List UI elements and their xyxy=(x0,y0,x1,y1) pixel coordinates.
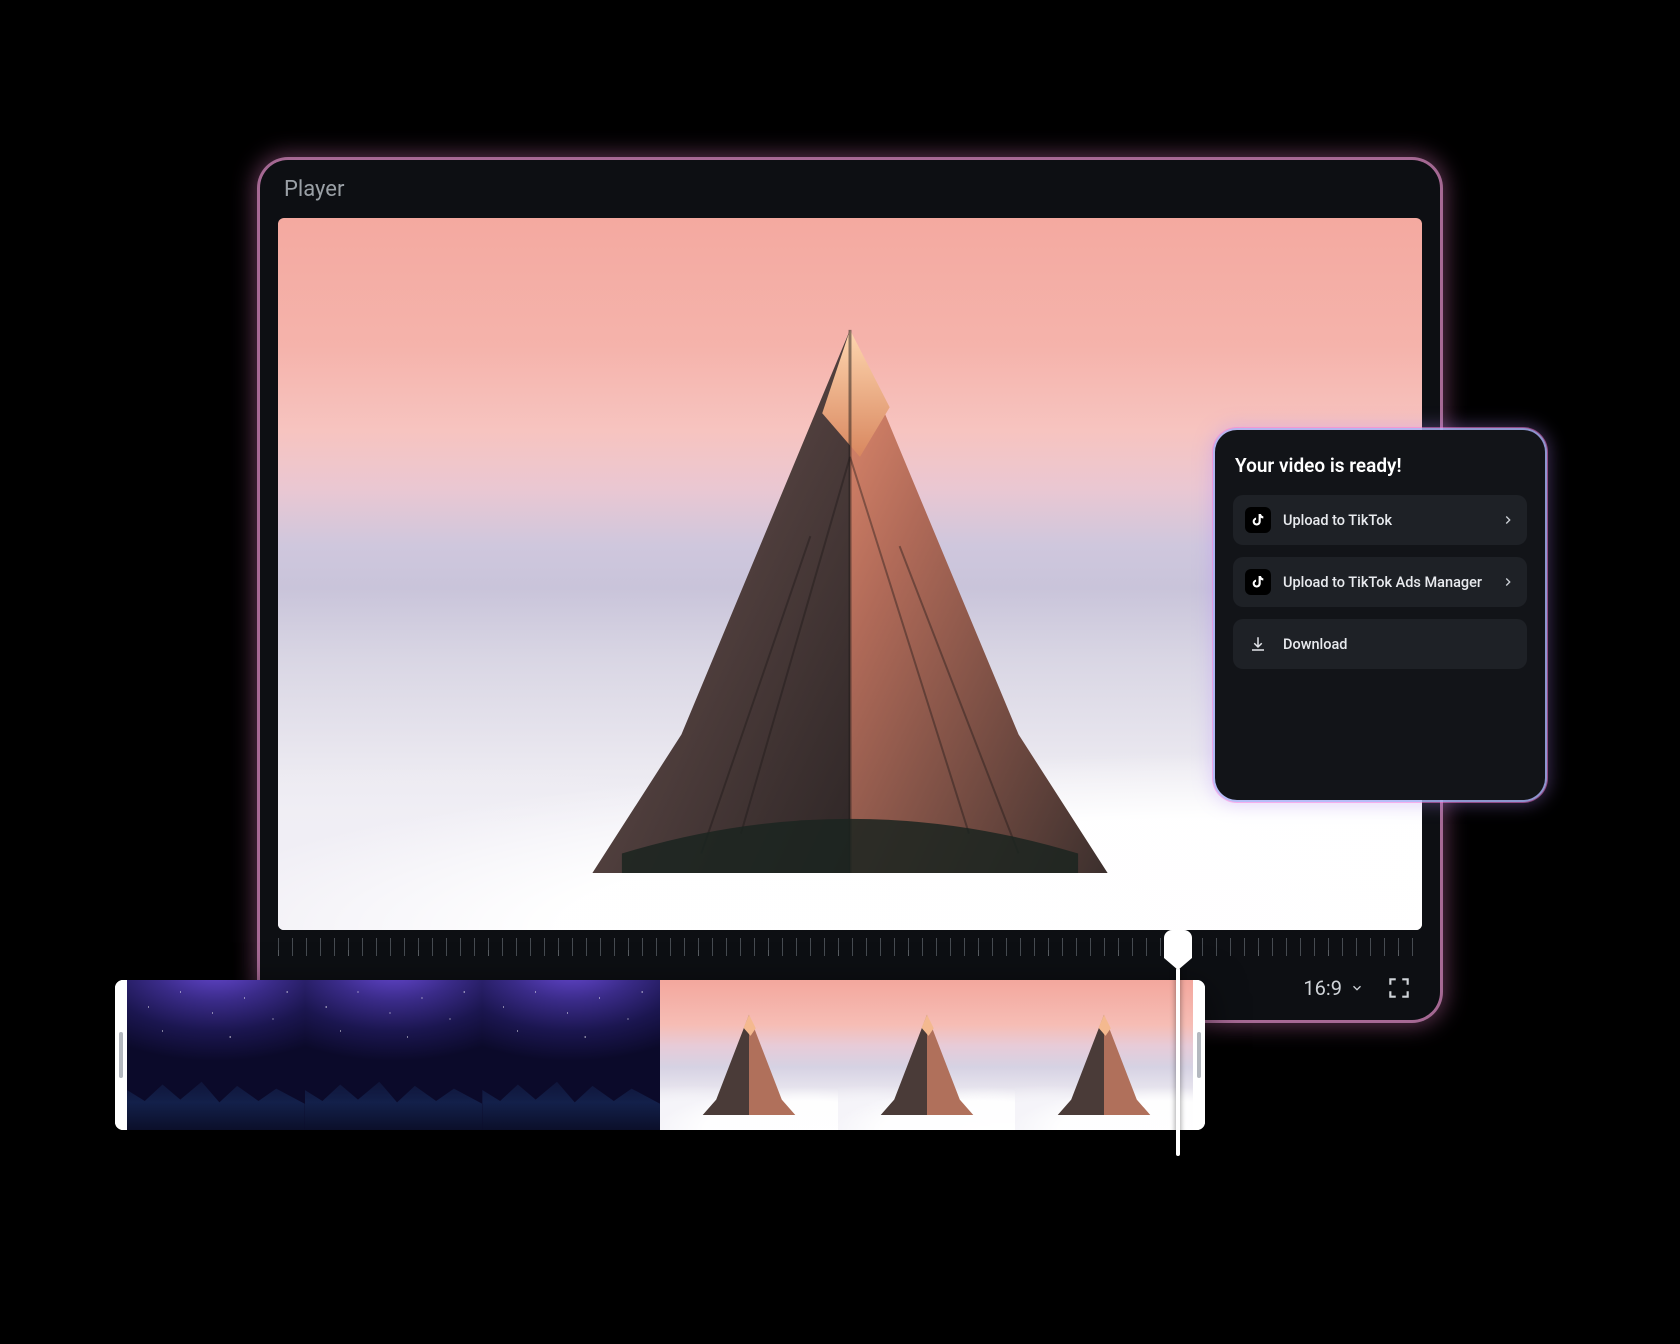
clip-trim-handle-right[interactable] xyxy=(1193,980,1205,1130)
timeline-clip-strip[interactable] xyxy=(115,980,1205,1130)
chevron-right-icon xyxy=(1501,575,1515,589)
timeline-ruler[interactable] xyxy=(278,938,1422,956)
upload-tiktok-ads-button[interactable]: Upload to TikTok Ads Manager xyxy=(1233,557,1527,607)
mountain-graphic xyxy=(495,318,1204,873)
player-titlebar: Player xyxy=(260,160,1440,218)
clip-thumbnail[interactable] xyxy=(305,980,483,1130)
tiktok-ads-icon xyxy=(1245,569,1271,595)
clip-trim-handle-left[interactable] xyxy=(115,980,127,1130)
clip-thumbnail[interactable] xyxy=(127,980,305,1130)
tiktok-icon xyxy=(1245,507,1271,533)
chevron-down-icon xyxy=(1350,981,1364,995)
export-panel: Your video is ready! Upload to TikTok Up… xyxy=(1215,430,1545,800)
fullscreen-button[interactable] xyxy=(1386,975,1412,1001)
export-option-label: Upload to TikTok Ads Manager xyxy=(1283,574,1489,591)
aspect-ratio-value: 16:9 xyxy=(1303,976,1342,1000)
clip-thumbnail[interactable] xyxy=(1015,980,1193,1130)
export-option-label: Download xyxy=(1283,636,1515,653)
player-title: Player xyxy=(284,177,344,202)
export-panel-title: Your video is ready! xyxy=(1235,454,1525,477)
clip-thumbnail[interactable] xyxy=(660,980,838,1130)
clip-thumbnail[interactable] xyxy=(838,980,1016,1130)
export-option-label: Upload to TikTok xyxy=(1283,512,1489,529)
aspect-ratio-selector[interactable]: 16:9 xyxy=(1303,976,1364,1000)
fullscreen-icon xyxy=(1386,975,1412,1001)
upload-tiktok-button[interactable]: Upload to TikTok xyxy=(1233,495,1527,545)
chevron-right-icon xyxy=(1501,513,1515,527)
clip-thumbnails xyxy=(127,980,1193,1130)
download-button[interactable]: Download xyxy=(1233,619,1527,669)
download-icon xyxy=(1245,631,1271,657)
clip-thumbnail[interactable] xyxy=(482,980,660,1130)
